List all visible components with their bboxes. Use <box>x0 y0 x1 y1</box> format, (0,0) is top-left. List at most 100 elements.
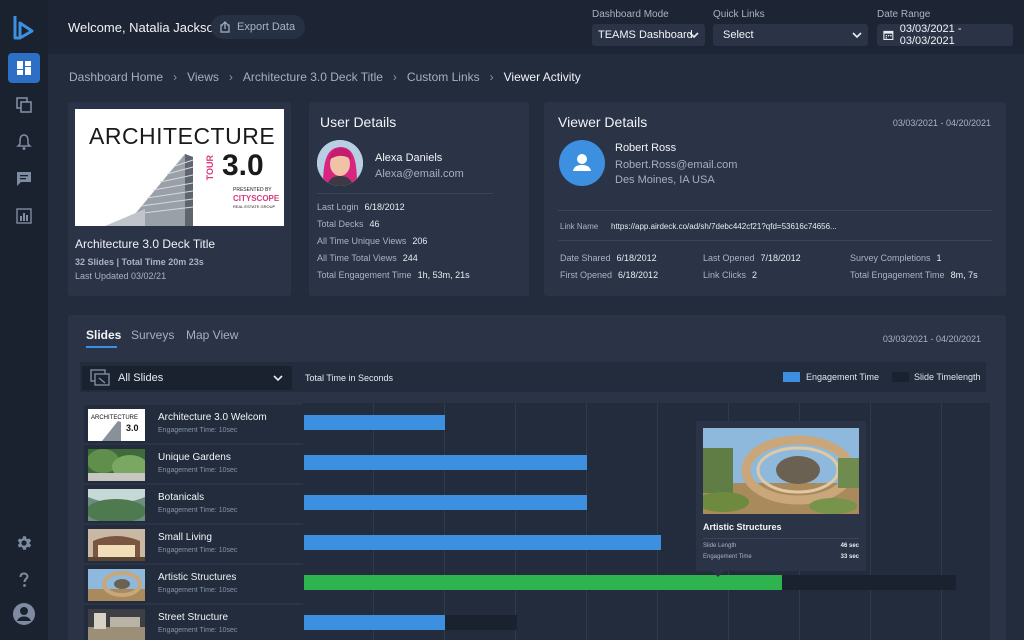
nav-account[interactable] <box>8 599 40 629</box>
slide-engagement-label: Engagement Time: <box>158 627 217 634</box>
slide-engagement-label: Engagement Time: <box>158 587 217 594</box>
breadcrumb-views[interactable]: Views <box>187 70 219 84</box>
export-data-button[interactable]: Export Data <box>211 15 306 39</box>
breadcrumb-separator-icon: › <box>392 70 397 84</box>
slide-engagement: Engagement Time: 10sec <box>158 427 237 434</box>
slide-thumbnail[interactable] <box>88 609 145 640</box>
viewer-stat: Link Clicks 2 <box>703 270 757 280</box>
viewer-details-title: Viewer Details <box>558 114 648 130</box>
user-details-title: User Details <box>320 114 397 130</box>
slide-row[interactable]: Small Living Engagement Time: 10sec <box>84 525 304 564</box>
engagement-time-bar[interactable] <box>304 415 445 430</box>
deck-thumbnail[interactable]: ARCHITECTURE TOUR 3.0 PRESENTED BY CITYS… <box>75 109 284 226</box>
nav-notifications[interactable] <box>8 127 40 157</box>
date-range-value: 03/03/2021 - 03/03/2021 <box>899 23 962 47</box>
tab-slides[interactable]: Slides <box>86 328 121 342</box>
slide-thumbnail[interactable] <box>88 529 145 561</box>
slide-thumbnail[interactable] <box>88 489 145 521</box>
slide-thumbnail-art <box>88 529 145 561</box>
user-email[interactable]: Alexa@email.com <box>375 168 464 180</box>
user-stat-label: Last Login <box>317 202 359 212</box>
tooltip-title: Artistic Structures <box>703 522 782 532</box>
user-stat-label: All Time Unique Views <box>317 236 407 246</box>
tab-map-view[interactable]: Map View <box>186 328 238 342</box>
date-range-picker[interactable]: 03/03/2021 - 03/03/2021 <box>877 23 1013 47</box>
message-icon <box>17 172 31 186</box>
slide-row[interactable]: Street Structure Engagement Time: 10sec <box>84 605 304 640</box>
slide-engagement: Engagement Time: 10sec <box>158 627 237 634</box>
viewer-date-range: 03/03/2021 - 04/20/2021 <box>892 118 991 128</box>
slide-engagement-label: Engagement Time: <box>158 507 217 514</box>
slide-row[interactable]: ARCHITECTURE 3.0 Architecture 3.0 Welcom En… <box>84 405 304 444</box>
grid-line <box>515 403 516 640</box>
help-icon <box>19 572 29 587</box>
grid-line <box>941 403 942 640</box>
grid-line <box>586 403 587 640</box>
viewer-stat-value: 6/18/2012 <box>616 253 657 263</box>
breadcrumb-deck[interactable]: Architecture 3.0 Deck Title <box>243 70 383 84</box>
viewer-divider <box>558 240 992 241</box>
thumb-brand-text: CITYSCOPE <box>233 194 280 203</box>
slide-row[interactable]: Botanicals Engagement Time: 10sec <box>84 485 304 524</box>
quick-links-select[interactable]: Select <box>713 24 868 46</box>
user-stat-value: 1h, 53m, 21s <box>417 270 470 280</box>
viewer-stat: Survey Completions 1 <box>850 253 942 263</box>
viewer-avatar-icon[interactable] <box>559 140 605 186</box>
export-icon <box>220 21 230 33</box>
viewer-stat-label: Survey Completions <box>850 253 931 263</box>
sidebar <box>0 0 48 640</box>
app-logo-icon[interactable] <box>12 14 36 40</box>
viewer-stat: Last Opened 7/18/2012 <box>703 253 801 263</box>
active-tab-indicator <box>86 346 117 348</box>
slide-row[interactable]: Artistic Structures Engagement Time: 10se… <box>84 565 304 604</box>
user-divider <box>317 193 493 194</box>
viewer-details-card: Viewer Details 03/03/2021 - 04/20/2021 R… <box>544 102 1006 296</box>
dashboard-mode-select[interactable]: TEAMS Dashboard <box>592 24 705 46</box>
user-avatar[interactable] <box>317 140 363 186</box>
engagement-time-bar[interactable] <box>304 495 587 510</box>
tooltip-divider <box>703 538 859 539</box>
slide-name: Small Living <box>158 532 212 543</box>
nav-analytics[interactable] <box>8 201 40 231</box>
slide-engagement-value: 10sec <box>218 467 238 474</box>
slide-engagement-value: 10sec <box>218 427 238 434</box>
tooltip-length-label: Slide Length <box>703 543 737 549</box>
slide-thumbnail[interactable]: ARCHITECTURE 3.0 <box>88 409 145 441</box>
link-name-value[interactable]: https://app.airdeck.co/ad/sh/7debc442cf2… <box>611 222 837 231</box>
user-stat-value: 244 <box>402 253 418 263</box>
engagement-time-bar[interactable] <box>304 455 587 470</box>
nav-dashboard[interactable] <box>8 53 40 83</box>
slide-thumbnail[interactable] <box>88 569 145 601</box>
slide-thumbnail-art <box>88 489 145 521</box>
breadcrumb-viewer-activity: Viewer Activity <box>503 70 581 84</box>
nav-messages[interactable] <box>8 164 40 194</box>
nav-settings[interactable] <box>8 528 40 558</box>
panel-date-range: 03/03/2021 - 04/20/2021 <box>882 334 981 344</box>
user-stat-row: Last Login 6/18/2012 <box>317 202 405 212</box>
viewer-stat-value: 2 <box>752 270 758 280</box>
slide-engagement: Engagement Time: 10sec <box>158 507 237 514</box>
viewer-name: Robert Ross <box>615 142 677 154</box>
legend-swatch-engagement <box>783 372 800 382</box>
nav-help[interactable] <box>8 565 40 595</box>
slides-filter-select[interactable]: All Slides <box>82 366 292 390</box>
thumb-sub-text: REAL ESTATE GROUP <box>233 204 276 209</box>
slide-row[interactable]: Unique Gardens Engagement Time: 10sec <box>84 445 304 484</box>
slide-engagement-value: 10sec <box>218 627 238 634</box>
engagement-time-bar[interactable] <box>304 575 782 590</box>
thumb-presented-text: PRESENTED BY <box>233 187 272 193</box>
tab-surveys[interactable]: Surveys <box>131 328 174 342</box>
nav-copy[interactable] <box>8 90 40 120</box>
viewer-stat-value: 1 <box>936 253 942 263</box>
slide-engagement: Engagement Time: 10sec <box>158 467 237 474</box>
copy-icon <box>16 97 32 113</box>
breadcrumb-dashboard-home[interactable]: Dashboard Home <box>69 70 163 84</box>
breadcrumb-custom-links[interactable]: Custom Links <box>407 70 480 84</box>
viewer-divider <box>558 210 992 211</box>
person-icon <box>573 154 591 171</box>
slide-thumbnail[interactable] <box>88 449 145 481</box>
viewer-email[interactable]: Robert.Ross@email.com <box>615 159 737 171</box>
engagement-time-bar[interactable] <box>304 615 445 630</box>
engagement-time-bar[interactable] <box>304 535 661 550</box>
top-header: Welcome, Natalia Jackson Export Data Das… <box>48 0 1024 54</box>
